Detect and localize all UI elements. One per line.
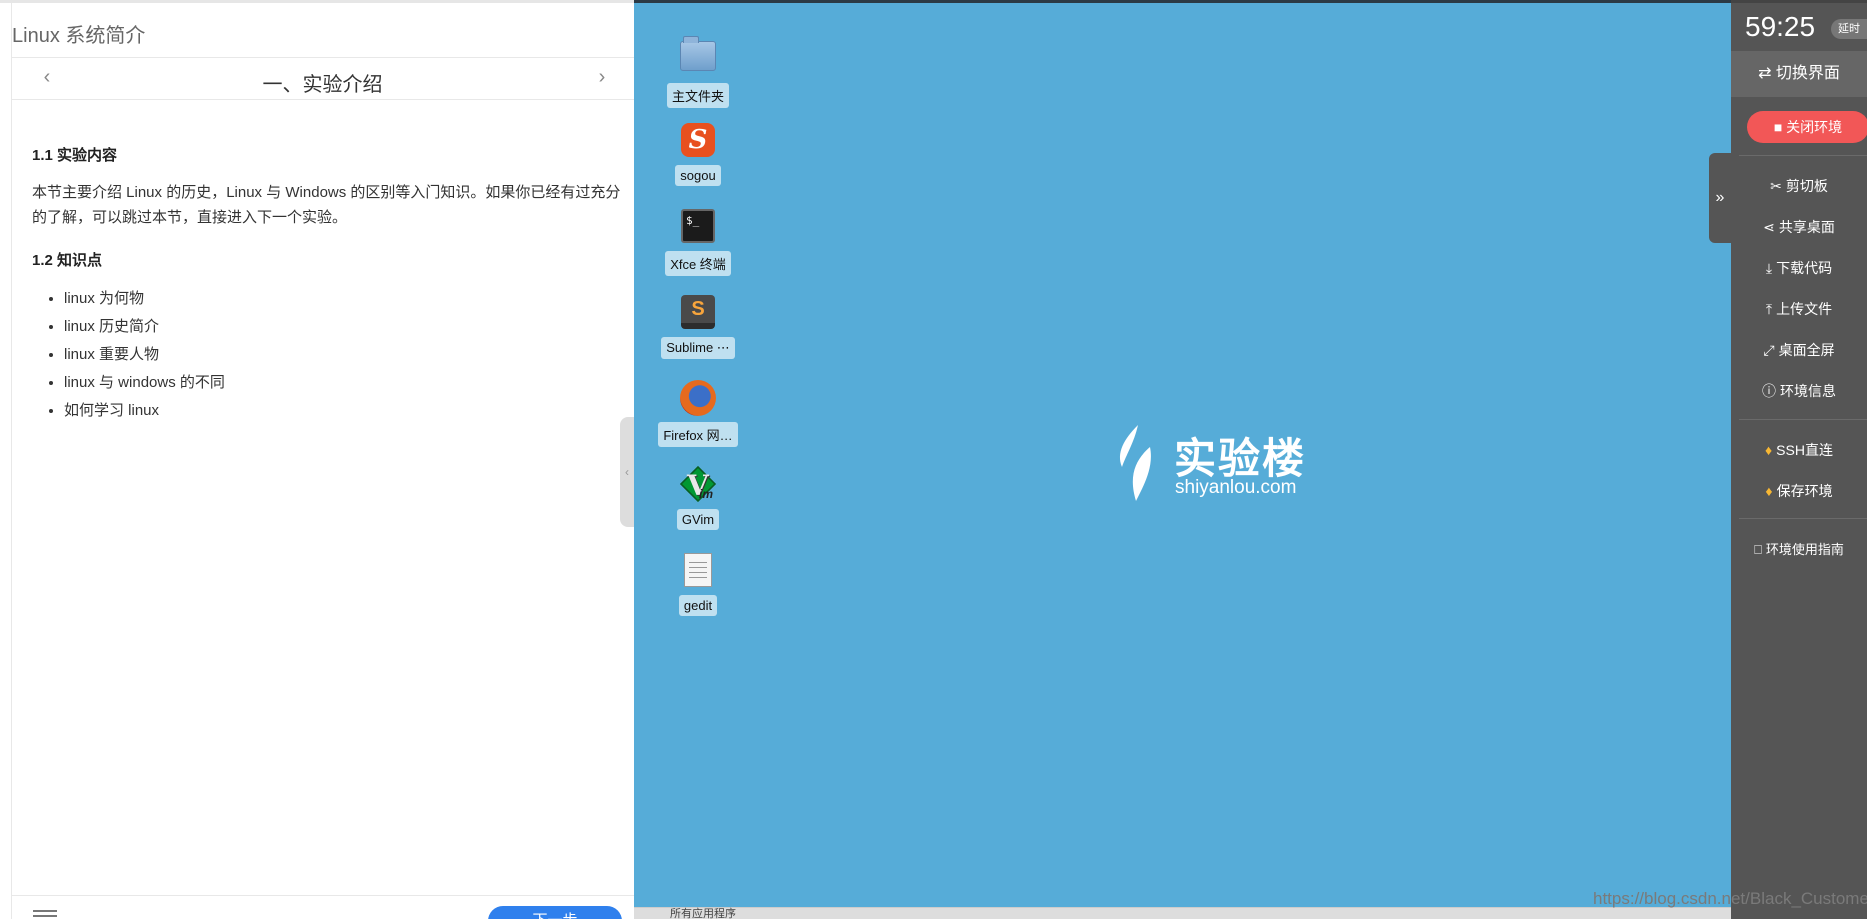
lab-content: 1.1 实验内容 本节主要介绍 Linux 的历史，Linux 与 Window… [32,143,622,425]
upload-icon: ⤒ [1765,301,1773,317]
sidebar-divider [1739,419,1867,420]
logo-text-en: shiyanlou.com [1175,477,1297,498]
share-icon: ⋖ [1763,219,1775,235]
sidebar-divider [1739,518,1867,519]
upload-file-button[interactable]: ⤒ 上传文件 [1731,299,1867,319]
next-chapter-icon[interactable]: › [590,66,614,90]
fullscreen-icon: ⤢ [1763,342,1775,358]
ssh-connect-label: SSH直连 [1776,442,1833,458]
list-item: linux 历史简介 [64,313,622,341]
desktop-icon-firefox[interactable]: Firefox 网… [653,379,743,447]
clipboard-button[interactable]: ✂ 剪切板 [1731,176,1867,196]
course-title: Linux 系统简介 [12,25,146,47]
desktop-icon-home-folder[interactable]: 主文件夹 [653,35,743,108]
diamond-icon: ♦ [1765,442,1773,458]
expand-sidebar-icon[interactable]: » [1709,153,1731,243]
desktop-icon-gvim[interactable]: Vim GVim [653,465,743,530]
desktop-icon-label: Firefox 网… [658,422,738,447]
share-desktop-button[interactable]: ⋖ 共享桌面 [1731,217,1867,237]
sublime-text-icon: S [679,295,717,333]
list-item: linux 与 windows 的不同 [64,369,622,397]
section-heading-points: 1.2 知识点 [32,252,103,269]
panel-divider [11,3,12,919]
collapse-panel-handle[interactable]: ‹ [620,417,634,527]
taskbar-apps-menu[interactable]: 所有应用程序 [670,908,736,919]
section-heading-content: 1.1 实验内容 [32,147,118,164]
upload-file-label: 上传文件 [1776,301,1833,317]
desktop-icon-label: 主文件夹 [666,83,729,108]
content-paragraph: 本节主要介绍 Linux 的历史，Linux 与 Windows 的区别等入门知… [32,184,621,226]
switch-view-button[interactable]: ⇄ 切换界面 [1731,51,1867,97]
footer-divider [11,895,634,896]
clipboard-label: 剪切板 [1785,178,1828,194]
desktop-icon-label: Xfce 终端 [665,251,731,276]
desktop-icon-sublime[interactable]: S Sublime ⋯ [653,293,743,359]
environment-guide-label: 环境使用指南 [1765,542,1844,557]
info-icon: ⓘ [1762,383,1776,399]
sogou-icon: S [679,123,717,161]
bookmark-icon: ⎕ [1754,542,1762,557]
close-environment-button[interactable]: ■ 关闭环境 [1747,111,1867,143]
fullscreen-label: 桌面全屏 [1778,342,1835,358]
shiyanlou-logo: 实验楼 shiyanlou.com [1114,423,1334,503]
terminal-icon: $_ [679,209,717,247]
save-environment-label: 保存环境 [1776,483,1833,499]
save-environment-button[interactable]: ♦ 保存环境 [1731,481,1867,501]
share-desktop-label: 共享桌面 [1778,219,1835,235]
list-item: 如何学习 linux [64,397,622,425]
gedit-icon [679,553,717,591]
desktop-icon-sogou[interactable]: S sogou [653,121,743,186]
desktop-icon-label: sogou [675,165,721,186]
folder-home-icon [679,36,717,79]
taskbar[interactable]: 所有应用程序 [634,907,1731,919]
scissors-icon: ✂ [1770,178,1782,194]
diamond-icon: ♦ [1765,483,1773,499]
close-environment-label: 关闭环境 [1786,119,1843,135]
remote-desktop[interactable]: 主文件夹 S sogou $_ Xfce 终端 S Sublime ⋯ Fire… [634,0,1731,919]
firefox-icon [679,380,717,418]
countdown-timer: 59:25 [1745,11,1816,42]
leaf-logo-icon [1119,425,1151,501]
download-code-label: 下载代码 [1776,260,1833,276]
switch-view-label: 切换界面 [1775,65,1840,82]
environment-info-label: 环境信息 [1780,383,1836,399]
watermark-url: https://blog.csdn.net/Black_Customer [1593,889,1867,908]
stop-icon: ■ [1773,119,1787,135]
table-of-contents-icon[interactable] [33,910,57,919]
list-item: linux 重要人物 [64,341,622,369]
desktop-icon-label: GVim [676,509,720,530]
knowledge-points-list: linux 为何物 linux 历史简介 linux 重要人物 linux 与 … [64,285,622,425]
chapter-title: 一、实验介绍 [262,74,383,96]
lab-document-panel: Linux 系统简介 ‹ 一、实验介绍 › 1.1 实验内容 本节主要介绍 Li… [0,0,634,919]
sidebar-divider [1739,155,1867,156]
extend-time-button[interactable]: 延时 [1831,19,1867,39]
vim-icon: Vim [679,465,717,505]
fullscreen-button[interactable]: ⤢ 桌面全屏 [1731,340,1867,360]
environment-guide-button[interactable]: ⎕ 环境使用指南 [1731,539,1867,558]
swap-icon: ⇄ [1758,65,1776,82]
chapter-nav: ‹ 一、实验介绍 › [11,58,634,100]
desktop-icon-terminal[interactable]: $_ Xfce 终端 [653,207,743,276]
list-item: linux 为何物 [64,285,622,313]
ssh-connect-button[interactable]: ♦ SSH直连 [1731,440,1867,460]
download-code-button[interactable]: ⤓ 下载代码 [1731,258,1867,278]
download-icon: ⤓ [1765,260,1773,276]
environment-info-button[interactable]: ⓘ 环境信息 [1731,381,1867,401]
desktop-icon-gedit[interactable]: gedit [653,551,743,616]
next-step-button[interactable]: 下一步 [488,906,622,919]
desktop-icon-label: gedit [678,595,718,616]
desktop-icon-label: Sublime ⋯ [661,337,735,359]
lab-control-sidebar: 59:25 延时 ⇄ 切换界面 ■ 关闭环境 ✂ 剪切板 ⋖ 共享桌面 ⤓ 下载代码 … [1731,0,1867,919]
